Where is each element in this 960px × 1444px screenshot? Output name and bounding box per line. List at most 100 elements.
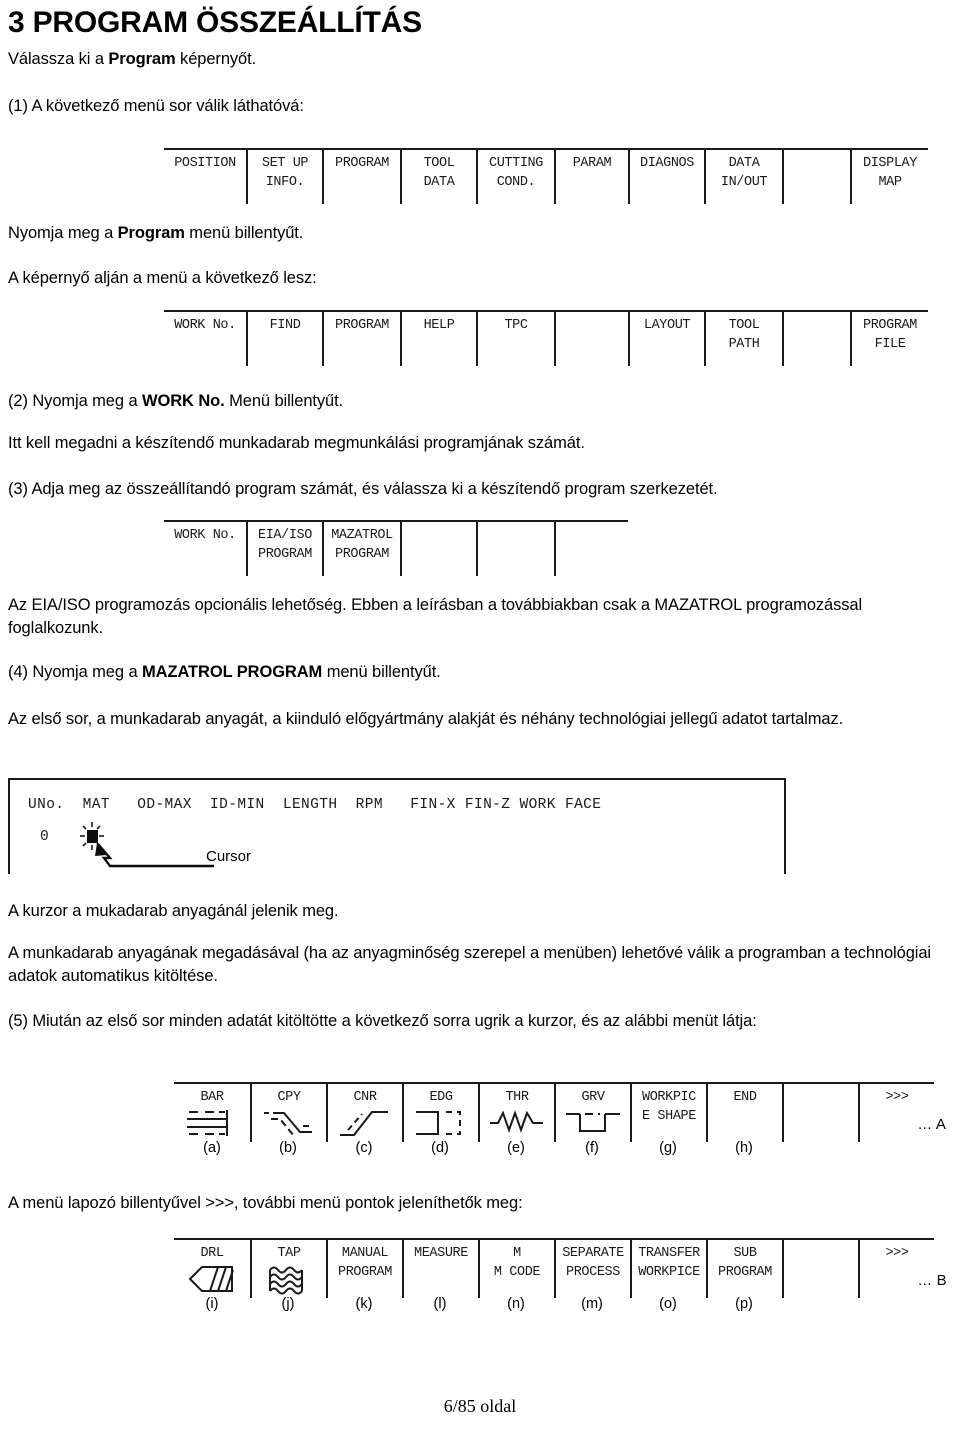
- menubar-main[interactable]: POSITION SET UP INFO. PROGRAM TOOL DATA CUTTIN…: [164, 148, 928, 204]
- softkey-label-line1: SUB: [733, 1246, 757, 1261]
- cursor-callout-label: Cursor: [206, 848, 252, 865]
- menubar-work-number[interactable]: WORK No. EIA/ISO PROGRAM MAZATROL PROGRAM: [164, 520, 628, 576]
- menu-main-key-diagnos[interactable]: DIAGNOS: [628, 150, 704, 204]
- softkey-label-line2: FILE: [874, 337, 906, 352]
- softkey-label-line1: SET UP: [261, 156, 309, 171]
- text-select-post: képernyőt.: [175, 50, 257, 68]
- softkey-label-line1: LAYOUT: [643, 318, 691, 333]
- menu-main-key-cutting[interactable]: CUTTING COND.: [476, 150, 554, 204]
- menu-unit-a-key-grv[interactable]: GRV: [554, 1084, 630, 1142]
- menu-program-key-empty-5[interactable]: [554, 312, 628, 366]
- softkey-label-line1: CNR: [353, 1090, 377, 1105]
- menu-main-key-display[interactable]: DISPLAY MAP: [850, 150, 928, 204]
- softkey-label-line1: THR: [505, 1090, 529, 1105]
- menu-worknum-key-mazatrol[interactable]: MAZATROL PROGRAM: [322, 522, 400, 576]
- paragraph-bottom-menu: A képernyő alján a menü a következő lesz…: [8, 269, 317, 287]
- text-step2-bold: WORK No.: [142, 392, 225, 410]
- softkey-label-line1: DRL: [200, 1246, 224, 1261]
- softkey-label-line1: WORKPIC: [642, 1090, 696, 1105]
- softkey-label-line1: DATA: [728, 156, 760, 171]
- menu-unit-a-caption-9: [858, 1140, 934, 1156]
- menu-program-key-tpc[interactable]: TPC: [476, 312, 554, 366]
- page-title: 3 PROGRAM ÖSSZEÁLLÍTÁS: [8, 6, 422, 39]
- menu-unit-b-key-transfer[interactable]: TRANSFER WORKPICE: [630, 1240, 706, 1298]
- softkey-label-line2: COND.: [496, 175, 536, 190]
- menu-unit-b-caption-5: (m): [581, 1296, 603, 1312]
- text-press-bold: Program: [117, 224, 185, 242]
- menu-worknum-key-empty-5[interactable]: [554, 522, 628, 576]
- softkey-label-line1: M: [513, 1246, 521, 1261]
- softkey-label-line1: CUTTING: [489, 156, 543, 171]
- menu-unit-b-key-manual[interactable]: MANUAL PROGRAM: [326, 1240, 402, 1298]
- menu-program-key-work-no-[interactable]: WORK No.: [164, 312, 246, 366]
- menubar-program[interactable]: WORK No. FIND PROGRAM HELP TPC LAYOUT TOOL PATH…: [164, 310, 928, 366]
- text-step4-pre: (4) Nyomja meg a: [8, 663, 143, 681]
- menu-worknum-key-empty-4[interactable]: [476, 522, 554, 576]
- menu-unit-a-caption-7: (h): [735, 1140, 753, 1156]
- softkey-label-line1: PROGRAM: [863, 318, 917, 333]
- menu-unit-b-key-separate[interactable]: SEPARATE PROCESS: [554, 1240, 630, 1298]
- tail-marker-b: ... B: [918, 1272, 948, 1289]
- menu-unit-a-key-empty-8[interactable]: [782, 1084, 858, 1142]
- menu-program-key-program[interactable]: PROGRAM: [322, 312, 400, 366]
- menu-worknum-key-eia-iso[interactable]: EIA/ISO PROGRAM: [246, 522, 322, 576]
- menubar-unit-a[interactable]: BAR CPY CNR EDG THR GRV WORKPIC E SHAPE END >>>: [174, 1082, 934, 1142]
- thr-icon: [488, 1108, 546, 1141]
- menu-worknum-key-work-no-[interactable]: WORK No.: [164, 522, 246, 576]
- softkey-label-line1: BAR: [200, 1090, 224, 1105]
- menu-program-key-tool[interactable]: TOOL PATH: [704, 312, 782, 366]
- menu-main-key-empty-8[interactable]: [782, 150, 850, 204]
- paragraph-press-program: Nyomja meg a Program menü billentyűt.: [8, 222, 938, 245]
- keycaps-unit-b: (i) (j) (k) (l) (n) (m) (o) (p): [174, 1296, 934, 1312]
- menubar-unit-b[interactable]: DRL TAP MANUAL PROGRAM MEASURE M M CODE SEPARAT…: [174, 1238, 934, 1298]
- text-select-pre: Válassza ki a: [8, 50, 109, 68]
- menu-program-key-program[interactable]: PROGRAM FILE: [850, 312, 928, 366]
- menu-unit-a-key-bar[interactable]: BAR: [174, 1084, 250, 1142]
- menu-unit-a-key-workpic[interactable]: WORKPIC E SHAPE: [630, 1084, 706, 1142]
- menu-main-key-data[interactable]: DATA IN/OUT: [704, 150, 782, 204]
- menu-main-key-set-up[interactable]: SET UP INFO.: [246, 150, 322, 204]
- menu-program-key-layout[interactable]: LAYOUT: [628, 312, 704, 366]
- paragraph-first-row: Az első sor, a munkadarab anyagát, a kii…: [8, 710, 844, 728]
- menu-unit-a-caption-0: (a): [203, 1140, 221, 1156]
- text-step4-bold: MAZATROL PROGRAM: [142, 663, 323, 681]
- softkey-label-line2: PROGRAM: [335, 547, 389, 562]
- menu-unit-a-key-cnr[interactable]: CNR: [326, 1084, 402, 1142]
- softkey-label-line1: DIAGNOS: [640, 156, 694, 171]
- softkey-label-line1: POSITION: [174, 156, 236, 171]
- menu-unit-a-key-edg[interactable]: EDG: [402, 1084, 478, 1142]
- softkey-label-line2: INFO.: [265, 175, 305, 190]
- menu-worknum-key-empty-3[interactable]: [400, 522, 476, 576]
- menu-unit-b-key-empty-8[interactable]: [782, 1240, 858, 1298]
- menu-unit-a-caption-4: (e): [507, 1140, 525, 1156]
- menu-main-key-position[interactable]: POSITION: [164, 150, 246, 204]
- menu-unit-b-key-tap[interactable]: TAP: [250, 1240, 326, 1298]
- menu-unit-b-caption-6: (o): [659, 1296, 677, 1312]
- softkey-label-line1: PROGRAM: [335, 156, 389, 171]
- menu-unit-b-key-m[interactable]: M M CODE: [478, 1240, 554, 1298]
- menu-unit-a-key--[interactable]: >>>: [858, 1084, 934, 1142]
- menu-unit-b-key--[interactable]: >>>: [858, 1240, 934, 1298]
- paragraph-step-3: (3) Adja meg az összeállítandó program s…: [8, 480, 718, 498]
- paragraph-eia-iso: Az EIA/ISO programozás opcionális lehető…: [8, 596, 863, 637]
- menu-main-key-tool[interactable]: TOOL DATA: [400, 150, 476, 204]
- menu-unit-b-key-sub[interactable]: SUB PROGRAM: [706, 1240, 782, 1298]
- menu-main-key-program[interactable]: PROGRAM: [322, 150, 400, 204]
- softkey-label-line1: TOOL: [728, 318, 760, 333]
- menu-unit-b-key-measure[interactable]: MEASURE: [402, 1240, 478, 1298]
- program-data-table[interactable]: UNo. MAT OD-MAX ID-MIN LENGTH RPM FIN-X …: [8, 778, 786, 874]
- menu-program-key-empty-8[interactable]: [782, 312, 850, 366]
- softkey-label-line1: PROGRAM: [335, 318, 389, 333]
- menu-unit-a-key-thr[interactable]: THR: [478, 1084, 554, 1142]
- softkey-label-line1: MAZATROL: [331, 528, 393, 543]
- menu-unit-b-caption-4: (n): [507, 1296, 525, 1312]
- paragraph-step-1: (1) A következő menü sor válik láthatóvá…: [8, 97, 304, 115]
- menu-program-key-find[interactable]: FIND: [246, 312, 322, 366]
- menu-unit-a-key-cpy[interactable]: CPY: [250, 1084, 326, 1142]
- text-step4-post: menü billentyűt.: [322, 663, 441, 681]
- menu-unit-a-key-end[interactable]: END: [706, 1084, 782, 1142]
- softkey-label-line1: TOOL: [423, 156, 455, 171]
- menu-unit-b-key-drl[interactable]: DRL: [174, 1240, 250, 1298]
- menu-main-key-param[interactable]: PARAM: [554, 150, 628, 204]
- menu-program-key-help[interactable]: HELP: [400, 312, 476, 366]
